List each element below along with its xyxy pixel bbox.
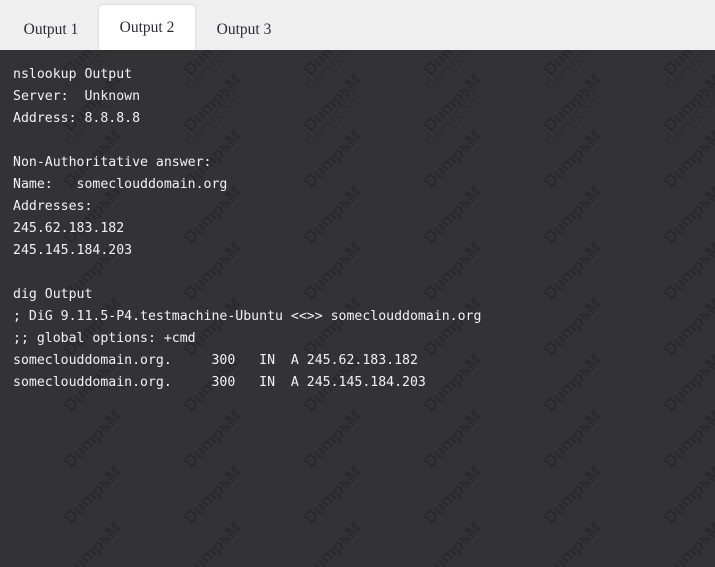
watermark-text: DumpsM <box>420 518 486 567</box>
terminal-line: Non-Authoritative answer: <box>13 152 715 174</box>
terminal-line: Address: 8.8.8.8 <box>13 108 715 130</box>
watermark-text: DumpsM <box>540 518 606 567</box>
terminal-text-block: nslookup OutputServer: UnknownAddress: 8… <box>0 50 715 394</box>
terminal-line: 245.145.184.203 <box>13 240 715 262</box>
watermark-text: DumpsM <box>60 462 126 528</box>
watermark-text: DumpsM <box>60 406 126 472</box>
watermark-text: DumpsM <box>180 462 246 528</box>
tab-label: Output 2 <box>120 19 175 37</box>
watermark-text: DumpsM <box>60 518 126 567</box>
terminal-line <box>13 262 715 284</box>
terminal-line: ; DiG 9.11.5-P4.testmachine-Ubuntu <<>> … <box>13 306 715 328</box>
tab-label: Output 3 <box>217 21 272 39</box>
tab-label: Output 1 <box>24 21 79 39</box>
watermark-text: DumpsM <box>300 406 366 472</box>
watermark-text: DumpsM <box>540 406 606 472</box>
terminal-line: someclouddomain.org. 300 IN A 245.145.18… <box>13 372 715 394</box>
watermark-text: DumpsM <box>180 518 246 567</box>
terminal-line <box>13 130 715 152</box>
tab-output-2[interactable]: Output 2 <box>98 4 196 50</box>
watermark-text: DumpsM <box>660 462 715 528</box>
tab-output-1[interactable]: Output 1 <box>8 10 94 50</box>
terminal-line: 245.62.183.182 <box>13 218 715 240</box>
watermark-text: DumpsM <box>420 406 486 472</box>
watermark-text: DumpsM <box>180 406 246 472</box>
tab-strip: Output 1 Output 2 Output 3 <box>0 0 715 50</box>
watermark-text: DumpsM <box>0 462 6 528</box>
terminal-output-panel[interactable]: DumpsMDumpsMDumpsMDumpsMDumpsMDumpsMDump… <box>0 50 715 567</box>
terminal-line: Name: someclouddomain.org <box>13 174 715 196</box>
watermark-text: DumpsM <box>540 462 606 528</box>
terminal-line: dig Output <box>13 284 715 306</box>
watermark-text: DumpsM <box>300 518 366 567</box>
watermark-text: DumpsM <box>300 462 366 528</box>
terminal-line: someclouddomain.org. 300 IN A 245.62.183… <box>13 350 715 372</box>
watermark-text: DumpsM <box>0 406 6 472</box>
terminal-line: ;; global options: +cmd <box>13 328 715 350</box>
terminal-line: Addresses: <box>13 196 715 218</box>
watermark-text: DumpsM <box>0 518 6 567</box>
terminal-line: Server: Unknown <box>13 86 715 108</box>
tab-output-3[interactable]: Output 3 <box>200 10 288 50</box>
terminal-line: nslookup Output <box>13 64 715 86</box>
watermark-text: DumpsM <box>660 406 715 472</box>
watermark-text: DumpsM <box>420 462 486 528</box>
output-viewer-window: DumpsMDumpsMDumpsMDumpsMDumpsMDumpsMDump… <box>0 0 715 567</box>
watermark-text: DumpsM <box>660 518 715 567</box>
